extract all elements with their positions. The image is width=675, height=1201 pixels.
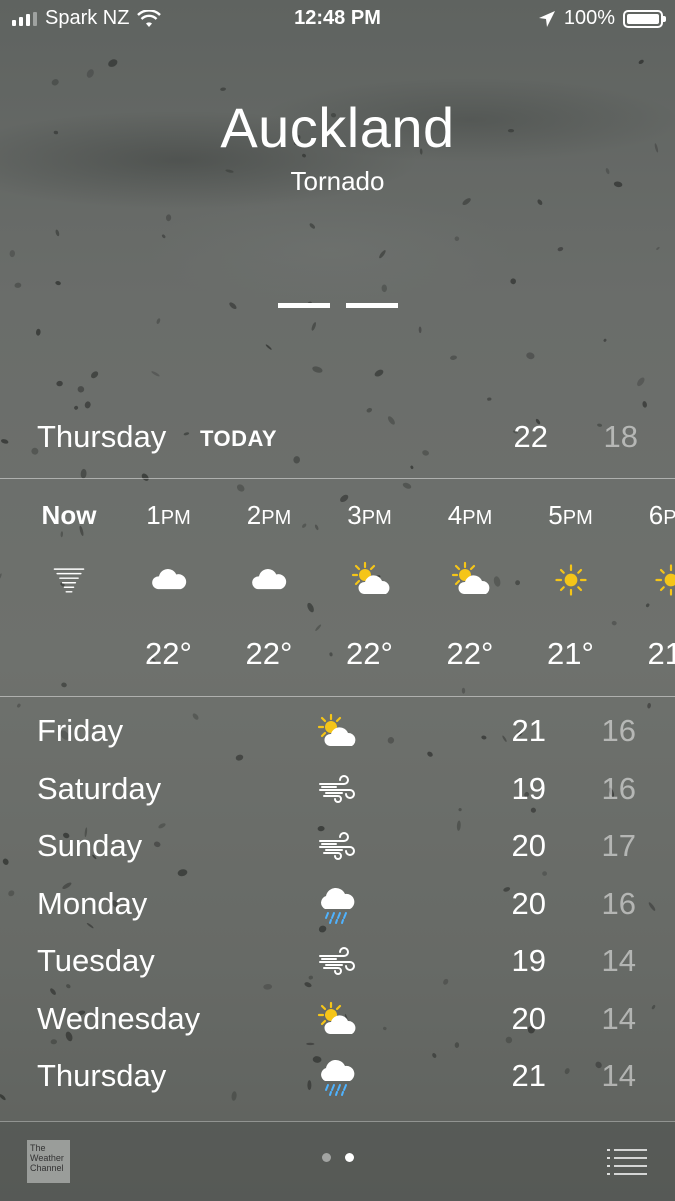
sun-icon — [651, 560, 675, 600]
hour-label: 5PM — [521, 500, 621, 531]
current-temperature — [0, 268, 675, 332]
daily-high: 19 — [511, 770, 546, 806]
hour-suffix: PM — [462, 507, 493, 529]
today-summary: Thursday TODAY 22 18 — [37, 415, 638, 459]
today-badge: TODAY — [200, 426, 278, 451]
daily-high: 19 — [511, 943, 546, 978]
daily-high: 20 — [511, 885, 546, 921]
page-dot[interactable] — [321, 1153, 331, 1162]
hour-number: 1 — [146, 500, 161, 530]
daily-row: Sunday 20 17 — [0, 821, 675, 879]
status-bar: Spark NZ 12:48 PM 100% — [0, 0, 675, 38]
daily-low: 16 — [601, 885, 636, 921]
partly-sunny-icon — [450, 560, 490, 600]
hour-temp: 22° — [446, 636, 494, 671]
bottom-toolbar: The Weather Channel — [0, 1121, 675, 1201]
hour-number: 3 — [347, 500, 362, 530]
city-name: Auckland — [220, 96, 455, 159]
hour-suffix: PM — [361, 507, 392, 529]
page-dot-active[interactable] — [344, 1153, 354, 1162]
divider — [0, 478, 675, 479]
daily-day: Tuesday — [37, 943, 155, 978]
rain-icon — [316, 1057, 360, 1097]
hour-number: 4 — [447, 500, 463, 530]
hour-number: 2 — [246, 500, 262, 530]
daily-day: Saturday — [37, 770, 162, 806]
hour-number: 6 — [648, 500, 664, 530]
daily-low: 14 — [601, 943, 636, 978]
daily-row: Monday 20 16 — [0, 879, 675, 937]
wind-icon — [316, 770, 360, 810]
hourly-forecast[interactable]: Now1PM22°2PM22°3PM22°4PM22°5PM21°6PM21° — [0, 480, 675, 696]
daily-day: Thursday — [37, 1058, 167, 1093]
wind-icon — [316, 827, 360, 867]
hour-label: 1PM — [119, 500, 219, 531]
hour-suffix: PM — [261, 507, 292, 529]
partly-sunny-icon — [316, 712, 360, 752]
daily-day: Friday — [37, 713, 124, 748]
today-low: 18 — [603, 419, 638, 454]
cloud-icon — [149, 560, 189, 600]
current-condition: Tornado — [290, 166, 385, 196]
battery-percent: 100% — [563, 7, 615, 29]
location-arrow-icon — [538, 10, 555, 27]
hour-label: 6PM — [621, 500, 675, 531]
tornado-icon — [49, 560, 89, 600]
hour-temp: 22° — [245, 636, 293, 671]
daily-low: 16 — [601, 713, 636, 748]
hour-suffix: PM — [562, 507, 593, 529]
hour-label: Now — [19, 500, 119, 531]
daily-row: Thursday 21 14 — [0, 1051, 675, 1109]
cloud-icon — [249, 560, 289, 600]
hour-suffix: PM — [160, 507, 191, 529]
daily-high: 20 — [511, 828, 546, 863]
hour-label: 2PM — [219, 500, 319, 531]
daily-row: Friday 21 16 — [0, 706, 675, 764]
hour-number: 5 — [548, 500, 563, 530]
daily-high: 21 — [511, 713, 546, 748]
sun-icon — [551, 560, 591, 600]
daily-day: Wednesday — [37, 1000, 201, 1036]
rain-icon — [316, 885, 360, 925]
wind-icon — [316, 942, 360, 982]
daily-high: 20 — [511, 1000, 546, 1036]
daily-row: Saturday 19 16 — [0, 764, 675, 822]
battery-icon — [623, 9, 666, 28]
page-indicator[interactable] — [0, 1153, 675, 1162]
daily-forecast[interactable]: Friday 21 16 Saturday 19 16 Sunday 20 17 Monday 20… — [0, 706, 675, 1109]
hour-suffix: PM — [663, 507, 675, 529]
partly-sunny-icon — [316, 1000, 360, 1040]
daily-low: 17 — [601, 828, 636, 863]
today-high: 22 — [513, 419, 548, 454]
hour-label: 4PM — [420, 500, 520, 531]
divider — [0, 696, 675, 697]
city-list-icon[interactable] — [607, 1148, 647, 1176]
hour-number: Now — [41, 500, 97, 530]
daily-row: Wednesday 20 14 — [0, 994, 675, 1052]
daily-high: 21 — [511, 1058, 546, 1093]
hour-temp: 22° — [145, 636, 192, 671]
partly-sunny-icon — [350, 560, 390, 600]
hour-label: 3PM — [320, 500, 420, 531]
daily-low: 16 — [601, 770, 636, 806]
hour-temp: 22° — [346, 636, 393, 671]
daily-day: Sunday — [37, 828, 143, 863]
daily-day: Monday — [37, 885, 148, 921]
today-day: Thursday — [37, 419, 167, 454]
daily-low: 14 — [601, 1058, 636, 1093]
daily-row: Tuesday 19 14 — [0, 936, 675, 994]
hour-temp: 21° — [547, 636, 594, 671]
hour-temp: 21° — [647, 636, 675, 671]
daily-low: 14 — [601, 1000, 636, 1036]
sky-background — [0, 0, 675, 420]
